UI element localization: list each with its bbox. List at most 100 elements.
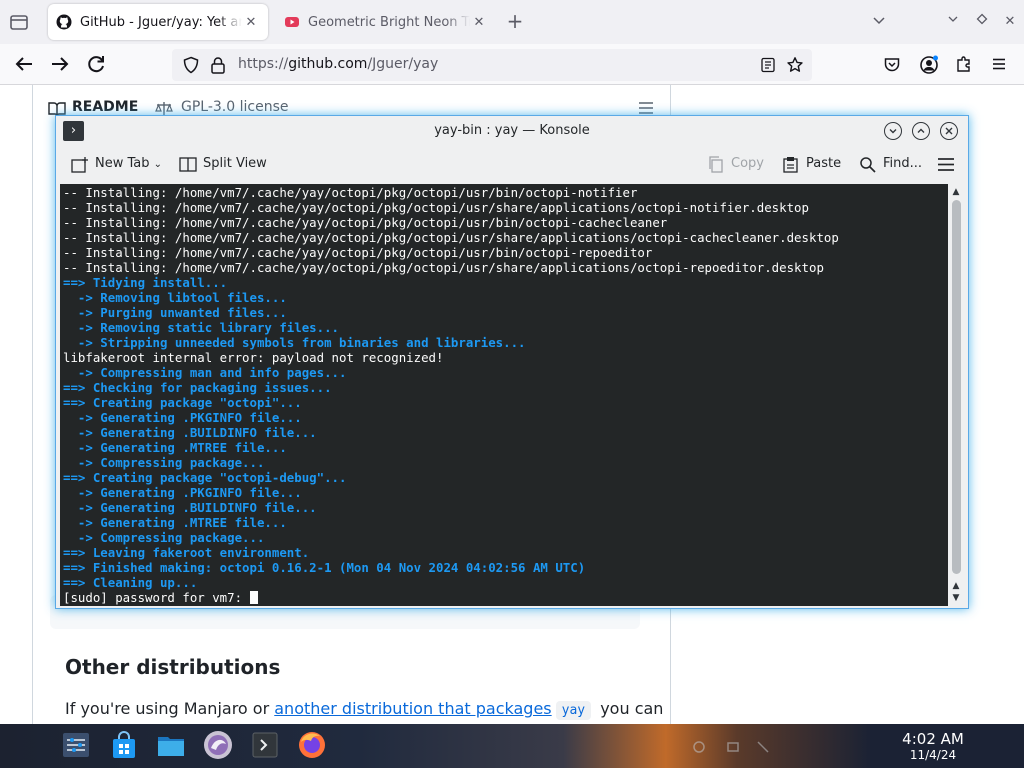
terminal-line: -> Generating .PKGINFO file... — [63, 410, 839, 425]
dolphin-file-manager-icon[interactable] — [156, 730, 186, 760]
terminal-line-text: libfakeroot internal error: payload not … — [63, 350, 444, 365]
tab-neon-triangles[interactable]: Geometric Bright Neon Triangles ✕ — [276, 4, 496, 40]
chevron-down-icon[interactable]: ⌄ — [154, 159, 162, 170]
window-title: yay-bin : yay — Konsole — [434, 123, 590, 138]
terminal-line: -> Generating .BUILDINFO file... — [63, 425, 839, 440]
maximize-window-icon[interactable] — [973, 13, 991, 31]
terminal-line: -> Stripping unneeded symbols from binar… — [63, 335, 839, 350]
paste-button[interactable]: Paste — [806, 156, 841, 171]
terminal-line: -> Purging unwanted files... — [63, 305, 839, 320]
maximize-icon[interactable] — [912, 122, 930, 140]
terminal-line-text: ==> Checking for packaging issues... — [63, 380, 332, 395]
terminal-line-text: [sudo] password for vm7: — [63, 590, 250, 605]
close-tab-icon[interactable]: ✕ — [242, 15, 260, 30]
terminal-line-text: ==> Finished making: octopi 0.16.2-1 (Mo… — [63, 560, 586, 575]
new-tab-icon — [71, 157, 88, 173]
terminal-line: -> Compressing man and info pages... — [63, 365, 839, 380]
split-view-button[interactable]: Split View — [203, 156, 267, 171]
license-tab[interactable]: GPL-3.0 license — [181, 99, 288, 115]
scroll-up-icon[interactable]: ▲ — [948, 184, 964, 200]
readme-tab[interactable]: README — [72, 99, 138, 115]
scroll-down-icon[interactable]: ▼ — [948, 590, 964, 606]
terminal-line-text: ==> Creating package "octopi"... — [63, 395, 302, 410]
terminal-line-text: -- Installing: /home/vm7/.cache/yay/octo… — [63, 200, 809, 215]
tab-github-yay[interactable]: GitHub - Jguer/yay: Yet another Yogurt ✕ — [48, 4, 268, 40]
bookmark-star-icon[interactable] — [786, 56, 804, 74]
address-bar[interactable]: https://github.com/Jguer/yay — [172, 49, 812, 81]
table-of-contents-icon[interactable] — [638, 101, 654, 115]
reload-icon[interactable] — [84, 52, 108, 76]
konsole-window: › yay-bin : yay — Konsole New Tab ⌄ Spli… — [55, 115, 969, 609]
terminal-scrollbar[interactable]: ▲ ▲ ▼ — [948, 184, 964, 606]
terminal-line: ==> Checking for packaging issues... — [63, 380, 839, 395]
tracking-protection-shield-icon[interactable] — [182, 56, 200, 74]
minimize-icon[interactable] — [884, 122, 902, 140]
paragraph-text: you can — [595, 699, 664, 718]
terminal-line-text: -- Installing: /home/vm7/.cache/yay/octo… — [63, 215, 668, 230]
paste-icon — [783, 157, 798, 173]
account-avatar-icon[interactable] — [919, 55, 939, 75]
octopi-icon[interactable] — [203, 730, 233, 760]
tab-title: Geometric Bright Neon Triangles — [308, 14, 470, 30]
back-arrow-icon[interactable] — [12, 52, 36, 76]
terminal-line: -- Installing: /home/vm7/.cache/yay/octo… — [63, 185, 839, 200]
paragraph-text: If you're using Manjaro or — [65, 699, 275, 718]
terminal-line-text: -> Generating .PKGINFO file... — [63, 410, 302, 425]
minimize-window-icon[interactable] — [944, 13, 962, 31]
discover-store-icon[interactable] — [109, 730, 139, 760]
distribution-link[interactable]: another distribution that packages — [274, 699, 551, 718]
konsole-icon[interactable] — [250, 730, 280, 760]
inline-code: yay — [555, 701, 592, 720]
terminal-line: -> Removing static library files... — [63, 320, 839, 335]
app-menu-icon[interactable] — [991, 56, 1007, 72]
terminal-line-text: -- Installing: /home/vm7/.cache/yay/octo… — [63, 260, 824, 275]
digital-clock[interactable]: 4:02 AM 11/4/24 — [892, 730, 974, 762]
forward-arrow-icon[interactable] — [48, 52, 72, 76]
reader-view-icon[interactable] — [760, 57, 776, 73]
split-view-icon — [179, 157, 197, 172]
terminal-line: -- Installing: /home/vm7/.cache/yay/octo… — [63, 230, 839, 245]
terminal-line-text: -> Removing libtool files... — [63, 290, 287, 305]
terminal-line: libfakeroot internal error: payload not … — [63, 350, 839, 365]
terminal-line-text: -> Generating .MTREE file... — [63, 515, 287, 530]
browser-tab-bar: GitHub - Jguer/yay: Yet another Yogurt ✕… — [0, 0, 1024, 44]
close-tab-icon[interactable]: ✕ — [470, 15, 488, 30]
new-tab-label: New Tab — [95, 156, 150, 171]
find-button[interactable]: Find... — [883, 156, 922, 171]
close-icon[interactable] — [940, 122, 958, 140]
terminal-line-text: -- Installing: /home/vm7/.cache/yay/octo… — [63, 185, 638, 200]
new-tab-button[interactable]: + — [503, 10, 527, 34]
terminal-line-text: -> Purging unwanted files... — [63, 305, 287, 320]
terminal-line-text: -> Generating .MTREE file... — [63, 440, 287, 455]
terminal-line-text: ==> Creating package "octopi-debug"... — [63, 470, 347, 485]
terminal-line: -> Removing libtool files... — [63, 290, 839, 305]
terminal-line-text: -> Compressing package... — [63, 530, 265, 545]
copy-button[interactable]: Copy — [731, 156, 764, 171]
terminal-lines: -- Installing: /home/vm7/.cache/yay/octo… — [63, 185, 839, 605]
terminal-line: ==> Creating package "octopi"... — [63, 395, 839, 410]
pocket-icon[interactable] — [883, 56, 901, 74]
section-heading: Other distributions — [65, 655, 281, 679]
extensions-puzzle-icon[interactable] — [955, 55, 973, 73]
application-launcher-icon[interactable] — [61, 730, 91, 760]
tab-list-icon[interactable] — [8, 12, 30, 32]
terminal-line: -> Generating .BUILDINFO file... — [63, 500, 839, 515]
new-tab-button[interactable]: New Tab ⌄ — [95, 156, 162, 171]
terminal-line: ==> Finished making: octopi 0.16.2-1 (Mo… — [63, 560, 839, 575]
github-icon — [56, 14, 72, 30]
tab-title: GitHub - Jguer/yay: Yet another Yogurt — [80, 14, 242, 30]
list-all-tabs-icon[interactable] — [870, 13, 888, 31]
tray-icon[interactable] — [726, 740, 740, 754]
url-text[interactable]: https://github.com/Jguer/yay — [238, 56, 438, 72]
hamburger-menu-icon[interactable] — [937, 156, 955, 173]
tray-icon[interactable] — [756, 740, 770, 754]
close-window-icon[interactable]: ✕ — [1001, 13, 1019, 31]
lock-icon[interactable] — [210, 56, 226, 74]
terminal-output[interactable]: -- Installing: /home/vm7/.cache/yay/octo… — [60, 184, 948, 606]
tray-icon[interactable] — [692, 740, 706, 754]
firefox-icon[interactable] — [297, 730, 327, 760]
terminal-line-text: -- Installing: /home/vm7/.cache/yay/octo… — [63, 245, 653, 260]
konsole-titlebar[interactable]: › yay-bin : yay — Konsole — [56, 116, 968, 146]
terminal-line-text: -> Generating .BUILDINFO file... — [63, 425, 317, 440]
scrollbar-thumb[interactable] — [952, 200, 961, 574]
